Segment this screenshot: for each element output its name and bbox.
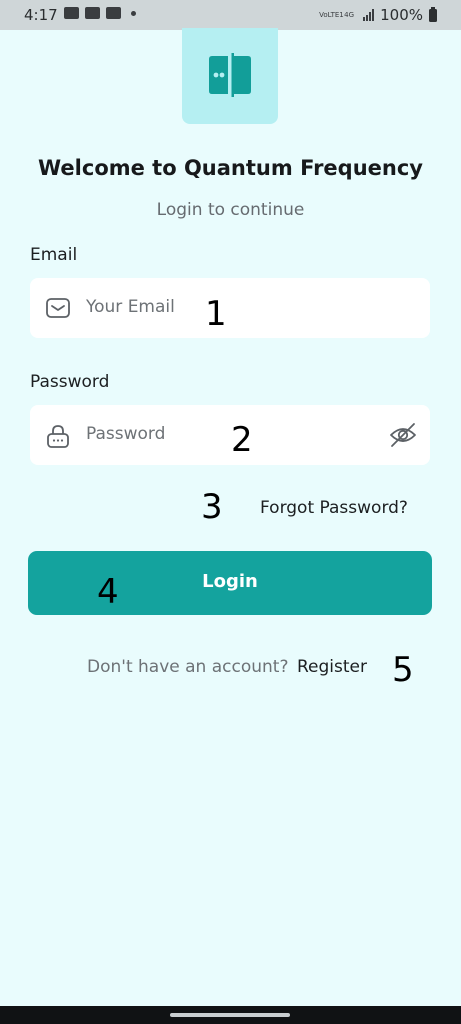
signal-strength-icon: [363, 9, 375, 21]
eye-off-icon[interactable]: [388, 421, 418, 449]
annotation-5: 5: [392, 650, 414, 690]
status-bar: 4:17 VoLTE1 4G 100%: [0, 0, 461, 30]
email-placeholder: Your Email: [86, 297, 175, 317]
forgot-password-link[interactable]: Forgot Password?: [260, 498, 408, 518]
door-split-icon: [209, 53, 251, 97]
status-time: 4:17: [24, 6, 58, 24]
status-right: VoLTE1 4G 100%: [319, 6, 437, 24]
lock-icon: [47, 425, 69, 448]
navigation-bar: [0, 1006, 461, 1024]
volte-indicator: VoLTE1: [319, 10, 344, 19]
network-type-indicator: 4G: [344, 10, 355, 19]
annotation-3: 3: [201, 487, 223, 527]
home-gesture-handle[interactable]: [170, 1013, 290, 1017]
register-prompt: Don't have an account?: [87, 657, 289, 677]
register-link[interactable]: Register: [297, 657, 367, 677]
login-button[interactable]: Login: [28, 551, 432, 615]
app-logo: [182, 28, 278, 124]
more-notifications-dot-icon: [131, 10, 136, 16]
gallery-notification-icon: [64, 7, 79, 19]
mail-icon: [46, 298, 70, 318]
battery-icon: [429, 6, 437, 22]
password-placeholder: Password: [86, 424, 166, 444]
annotation-2: 2: [231, 420, 253, 460]
mail-notification-icon: [85, 7, 100, 19]
email-field[interactable]: Your Email: [30, 278, 430, 338]
password-field[interactable]: Password: [30, 405, 430, 465]
login-button-label: Login: [202, 571, 258, 592]
message-notification-icon: [106, 7, 121, 19]
battery-percentage: 100%: [380, 6, 423, 24]
annotation-4: 4: [97, 572, 119, 612]
password-label: Password: [30, 372, 110, 392]
login-subtitle: Login to continue: [156, 200, 305, 220]
notification-icons: [64, 7, 136, 19]
annotation-1: 1: [205, 294, 227, 334]
email-label: Email: [30, 245, 78, 265]
welcome-title: Welcome to Quantum Frequency: [38, 156, 423, 180]
